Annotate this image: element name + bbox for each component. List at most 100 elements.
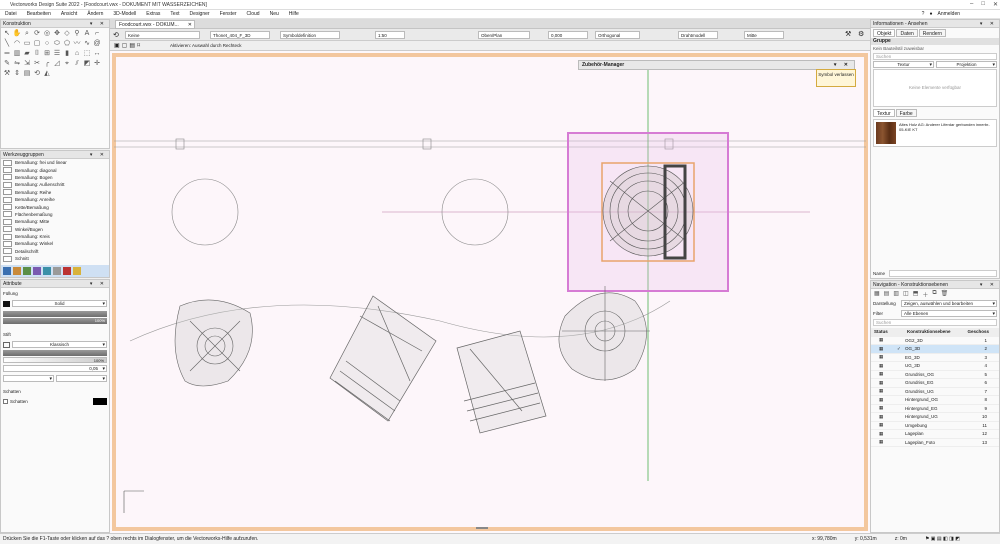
layer-row[interactable]: ▦ Lageplan_Foto 13 (871, 439, 999, 447)
visibility-icon[interactable]: ▦ (871, 363, 897, 369)
menu-neu[interactable]: Neu (265, 11, 284, 17)
layer-row[interactable]: ▦ OG2_3D 1 (871, 337, 999, 345)
roof-tool-icon[interactable]: ⌂ (72, 49, 82, 59)
flyover-tool-icon[interactable]: ◎ (42, 29, 52, 39)
col-story[interactable]: Geschoss (959, 329, 989, 334)
classes-icon[interactable]: ▤ (884, 290, 890, 297)
texture-preview[interactable]: Altes Holz AG: Anderer Liferdar gerbunde… (873, 119, 997, 147)
scroll-grip[interactable] (476, 527, 488, 529)
toolset-item[interactable]: Bemaßung: Reihe (1, 189, 109, 196)
display-select[interactable]: Zeigen, auswählen und bearbeiten (901, 300, 997, 307)
reshape-tool-icon[interactable]: ◇ (62, 29, 72, 39)
callout-tool-icon[interactable]: ⌐ (92, 29, 102, 39)
account-icon[interactable]: ● (929, 11, 932, 17)
zoom-tool-icon[interactable]: ⌕ (22, 29, 32, 39)
symbol-select[interactable]: Symboldefinition (280, 31, 340, 39)
polygon-tool-icon[interactable]: ⬠ (62, 39, 72, 49)
info-search-input[interactable]: Suchen (873, 53, 997, 60)
zubehoer-controls[interactable]: ▾ ✕ (834, 61, 851, 69)
new-layer-icon[interactable]: ＋ (922, 290, 928, 299)
double-line-icon[interactable]: ═ (2, 49, 12, 59)
stair-tool-icon[interactable]: ☰ (52, 49, 62, 59)
visibility-icon[interactable]: ▦ (871, 346, 897, 352)
maximize-button[interactable]: □ (981, 1, 985, 8)
shadow-color-swatch[interactable] (93, 398, 107, 405)
toolset-item[interactable]: Detailschrift (1, 248, 109, 255)
visibility-icon[interactable]: ▦ (871, 354, 897, 360)
layer-row[interactable]: ▦ Grundriss_EG 6 (871, 379, 999, 388)
layer-select[interactable]: Thonet_404_F_3D (210, 31, 270, 39)
tab-farbe[interactable]: Farbe (895, 109, 917, 117)
rotate-tool-icon[interactable]: ⟳ (32, 29, 42, 39)
furniture-set-icon[interactable] (33, 267, 41, 275)
status-icons[interactable]: ⚑ ▣ ▤ ◧ ◨ ◩ (925, 534, 960, 544)
select-tool-icon[interactable]: ↖ (2, 29, 12, 39)
visibility-icon[interactable]: ▦ (871, 405, 897, 411)
shadow-checkbox[interactable] (3, 399, 8, 404)
zubehoer-manager-header[interactable]: Zubehör-Manager ▾ ✕ (578, 60, 855, 70)
layer-row[interactable]: ▦ ✓ OG_3D 2 (871, 345, 999, 354)
visibility-icon[interactable]: ▦ (871, 431, 897, 437)
connect-tool-icon[interactable]: ⌖ (62, 59, 72, 69)
layer-row[interactable]: ▦ Grundriss_OG 5 (871, 371, 999, 379)
rect-tool-icon[interactable]: ▭ (22, 39, 32, 49)
locus-tool-icon[interactable]: ✛ (92, 59, 102, 69)
menu-aendern[interactable]: Ändern (82, 11, 108, 17)
site-set-icon[interactable] (23, 267, 31, 275)
menu-designer[interactable]: Designer (185, 11, 215, 17)
sweep-icon[interactable]: ⟲ (32, 69, 42, 79)
tab-textur[interactable]: Textur (873, 109, 895, 117)
visibility-icon[interactable]: ▦ (871, 414, 897, 420)
walkthrough-tool-icon[interactable]: ⚲ (72, 29, 82, 39)
menu-hilfe[interactable]: Hilfe (284, 11, 304, 17)
menu-extras[interactable]: Extras (141, 11, 165, 17)
menu-ansicht[interactable]: Ansicht (56, 11, 82, 17)
menu-bearbeiten[interactable]: Bearbeiten (22, 11, 56, 17)
arc-tool-icon[interactable]: ◠ (12, 39, 22, 49)
pen-swatch[interactable] (3, 341, 10, 348)
settings-icon[interactable]: ⚙ (858, 30, 864, 38)
toolset-item[interactable]: Bemaßung: Bogen (1, 174, 109, 181)
menu-fenster[interactable]: Fenster (215, 11, 242, 17)
layer-row[interactable]: ▦ EG_3D 3 (871, 354, 999, 362)
toolset-item[interactable]: Bemaßung: Außenschritt (1, 181, 109, 188)
sheets-icon[interactable]: ▥ (893, 290, 899, 297)
fill-swatch[interactable] (3, 300, 10, 307)
menu-3d-modell[interactable]: 3D-Modell (108, 11, 141, 17)
misc-set-icon[interactable] (53, 267, 61, 275)
visibility-icon[interactable]: ▦ (871, 422, 897, 428)
window-tool-icon[interactable]: ⊞ (42, 49, 52, 59)
fill-color-bar[interactable] (3, 311, 107, 317)
menu-text[interactable]: Text (165, 11, 184, 17)
menu-datei[interactable]: Datei (0, 11, 22, 17)
layer-row[interactable]: ▦ Umgebung 11 (871, 422, 999, 430)
offset-tool-icon[interactable]: ⇲ (22, 59, 32, 69)
col-layer[interactable]: Konstruktionsebene (897, 329, 959, 334)
document-tab[interactable]: Foodcourt.vwx - DOKUM... ✕ (115, 20, 195, 29)
layer-search-input[interactable]: Suchen (873, 319, 997, 326)
dimension-tool-icon[interactable]: ↔ (92, 49, 102, 59)
toolset-item[interactable]: Bemaßung: Anreihe (1, 196, 109, 203)
pen-style-select[interactable]: Klassisch (12, 341, 107, 348)
layer-row[interactable]: ▦ UG_3D 4 (871, 362, 999, 371)
line-end-select-right[interactable] (56, 375, 107, 382)
scale-field[interactable]: 1:50 (375, 31, 405, 39)
pen-color-bar[interactable] (3, 350, 107, 356)
line-end-select-left[interactable] (3, 375, 54, 382)
rounded-rect-icon[interactable]: ▢ (32, 39, 42, 49)
layers-icon[interactable]: ▦ (874, 290, 880, 297)
projection-select[interactable]: Projektion (936, 61, 997, 68)
freehand-tool-icon[interactable]: ∿ (82, 39, 92, 49)
visibility-icon[interactable]: ▦ (871, 337, 897, 343)
toolset-item[interactable]: Schnitt (1, 255, 109, 262)
dims-set-icon[interactable] (3, 267, 11, 275)
exit-symbol-button[interactable]: Symbol verlassen (816, 69, 856, 87)
duplicate-icon[interactable]: ⧉ (932, 290, 936, 297)
layer-row[interactable]: ▦ Hintergrund_OG 8 (871, 396, 999, 405)
eyedropper-icon[interactable]: ✎ (2, 59, 12, 69)
delete-icon[interactable]: 🗑 (941, 290, 949, 297)
space-tool-icon[interactable]: ⬚ (82, 49, 92, 59)
references-icon[interactable]: ⬒ (913, 290, 919, 297)
polyline-tool-icon[interactable]: 〰 (72, 39, 82, 49)
building-set-icon[interactable] (13, 267, 21, 275)
